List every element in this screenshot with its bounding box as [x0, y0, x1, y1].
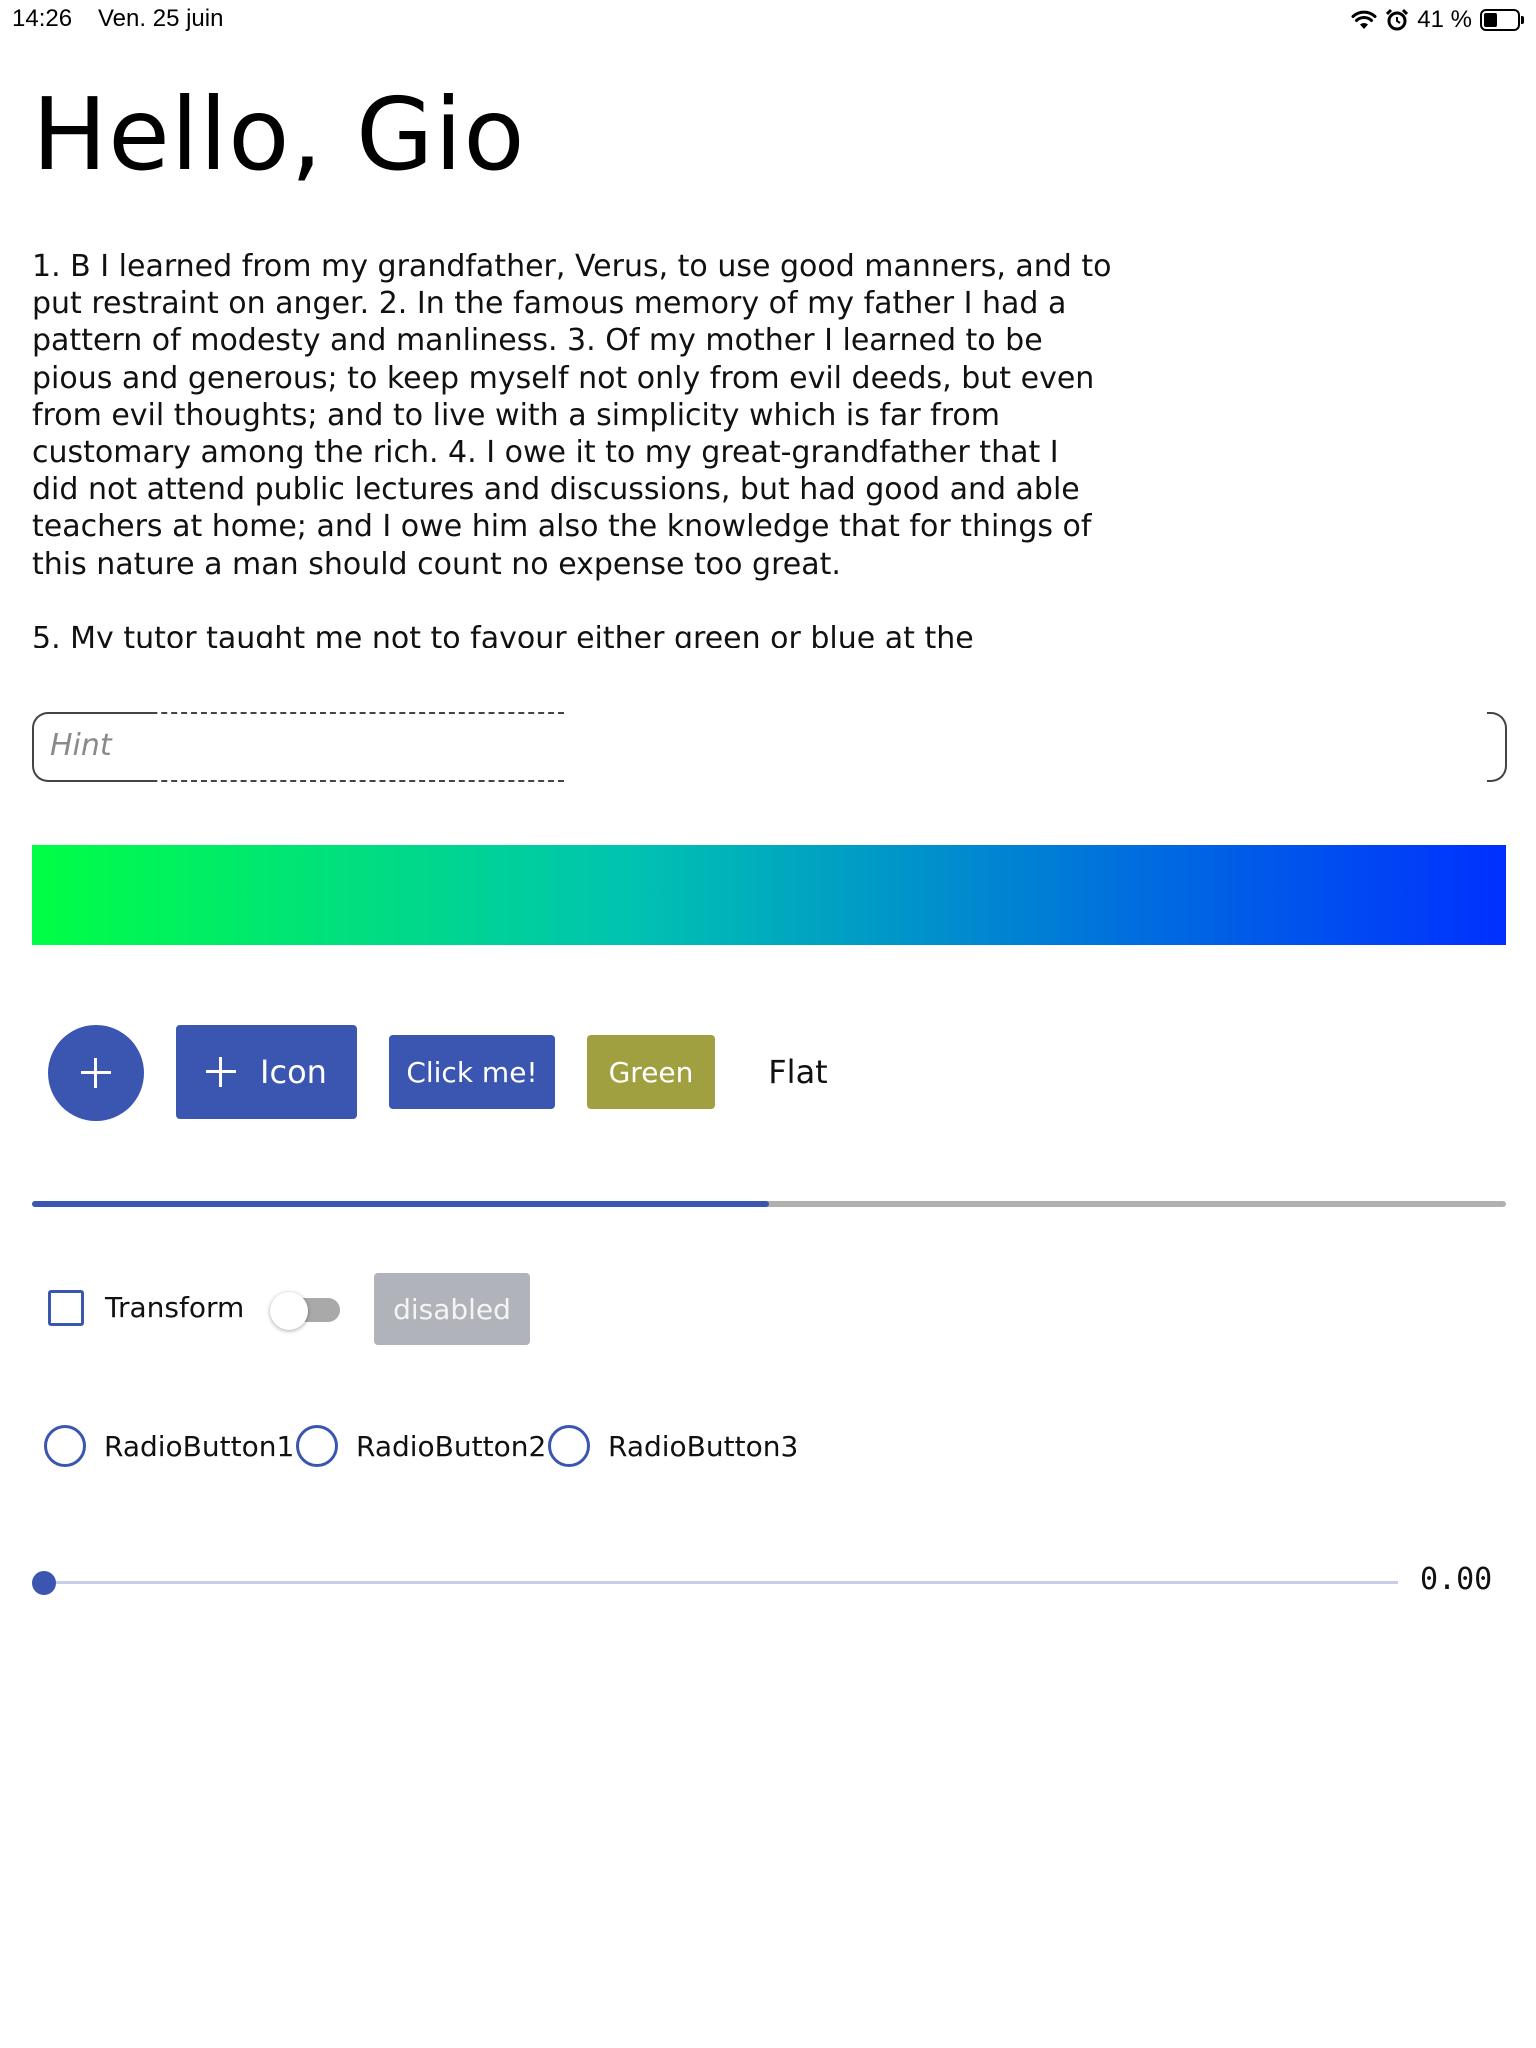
- wifi-icon: [1351, 10, 1377, 29]
- radio-button-2[interactable]: RadioButton2: [296, 1424, 546, 1468]
- status-time: 14:26: [12, 5, 73, 32]
- gradient-bar: [32, 845, 1506, 945]
- radio-circle: [296, 1425, 338, 1467]
- progress-bar: [32, 1201, 1506, 1207]
- toggle-switch[interactable]: [270, 1292, 340, 1330]
- status-bar: 14:26 Ven. 25 juin 41 %: [0, 0, 1536, 40]
- battery-percentage: 41 %: [1417, 6, 1472, 33]
- hint-input[interactable]: Hint: [32, 712, 1507, 782]
- radio-label: RadioButton1: [104, 1429, 295, 1463]
- icon-button-label: Icon: [260, 1053, 327, 1091]
- radio-button-1[interactable]: RadioButton1: [44, 1424, 294, 1468]
- radio-label: RadioButton2: [356, 1429, 547, 1463]
- editor-paragraph: 5. My tutor taught me not to favour eith…: [32, 620, 974, 648]
- radio-circle: [548, 1425, 590, 1467]
- text-editor[interactable]: 1. B I learned from my grandfather, Veru…: [32, 248, 1112, 648]
- green-button[interactable]: Green: [587, 1035, 715, 1109]
- switch-thumb: [270, 1292, 308, 1330]
- slider-track: [44, 1581, 1398, 1584]
- icon-button[interactable]: Icon: [176, 1025, 357, 1119]
- status-date: Ven. 25 juin: [98, 5, 224, 32]
- plus-icon: [81, 1058, 111, 1088]
- status-indicators: 41 %: [1351, 6, 1524, 34]
- radio-circle: [44, 1425, 86, 1467]
- radio-label: RadioButton3: [608, 1429, 799, 1463]
- checkbox-label: Transform: [105, 1291, 245, 1324]
- transform-checkbox[interactable]: [48, 1290, 84, 1326]
- slider-thumb[interactable]: [32, 1571, 56, 1595]
- disabled-button: disabled: [374, 1273, 530, 1345]
- plus-icon: [206, 1057, 237, 1087]
- flat-button[interactable]: Flat: [748, 1035, 848, 1109]
- value-slider[interactable]: [32, 1568, 1398, 1598]
- hint-placeholder: Hint: [50, 728, 112, 763]
- alarm-icon: [1386, 8, 1409, 31]
- editor-paragraph: 1. B I learned from my grandfather, Veru…: [32, 249, 1112, 582]
- click-me-button[interactable]: Click me!: [389, 1035, 555, 1109]
- radio-button-3[interactable]: RadioButton3: [548, 1424, 798, 1468]
- page-title: Hello, Gio: [32, 76, 526, 193]
- add-fab-button[interactable]: [48, 1025, 144, 1121]
- slider-value: 0.00: [1420, 1562, 1493, 1597]
- battery-icon: [1480, 9, 1524, 31]
- progress-fill: [32, 1201, 769, 1207]
